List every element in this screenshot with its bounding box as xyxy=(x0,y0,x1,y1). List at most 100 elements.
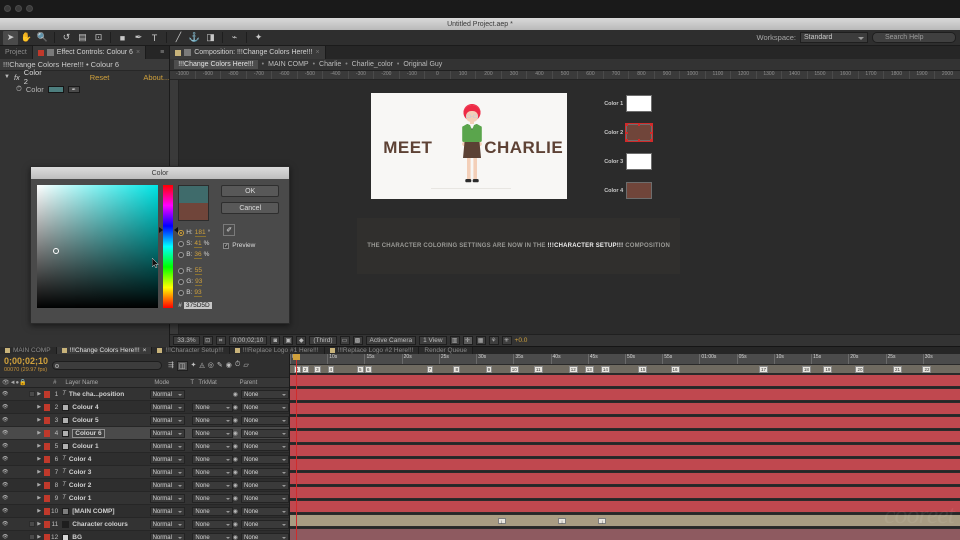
layer-name[interactable]: Colour 1 xyxy=(62,442,149,450)
parent-pickwhip-icon[interactable]: ◉ xyxy=(233,443,238,450)
layer-trkmat-select[interactable]: None xyxy=(192,467,233,477)
about-link[interactable]: About... xyxy=(143,73,169,82)
channel-rgb-icon[interactable]: ◆ xyxy=(296,336,307,345)
layer-name-text[interactable]: Colour 5 xyxy=(72,417,98,424)
tab-effect-controls[interactable]: Effect Controls: Colour 6 × xyxy=(32,46,147,59)
layer-switches[interactable]: 👁 xyxy=(0,534,37,540)
timeline-marker[interactable]: 22 xyxy=(922,366,932,373)
color-field-value[interactable]: 36 xyxy=(194,251,202,259)
parent-pickwhip-icon[interactable]: ◉ xyxy=(233,404,238,411)
timeline-tab[interactable]: !!!Replace Logo #1 Here!!! xyxy=(229,347,325,354)
timeline-marker-bar[interactable]: 1 2 3 4 5 6 7 8 9 10 11 12 13 14 15 16 17 18 19 20 21 22 xyxy=(290,365,960,374)
disclosure-triangle-icon[interactable]: ▶ xyxy=(37,495,44,501)
color-mode-radio[interactable] xyxy=(178,251,185,258)
lock-icon[interactable] xyxy=(29,469,35,475)
brainstorm-icon[interactable]: ✎ xyxy=(217,361,223,371)
color-field-row[interactable]: S: 41% xyxy=(178,238,216,249)
table-row[interactable]: 👁 ▶ 7 T Color 3 Normal None ◉ None xyxy=(0,466,289,479)
disclosure-triangle-icon[interactable]: ▶ xyxy=(37,430,44,436)
preview-checkbox[interactable]: ✓ Preview xyxy=(221,242,283,249)
layer-duration-bar[interactable] xyxy=(290,501,960,514)
camera-select[interactable]: Active Camera xyxy=(365,336,417,345)
saturation-brightness-field[interactable] xyxy=(37,185,158,308)
duration-segment[interactable] xyxy=(290,501,960,512)
layer-name-text[interactable]: Color 2 xyxy=(69,482,91,489)
layer-trkmat-select[interactable]: None xyxy=(192,493,233,503)
layer-parent-select[interactable]: None xyxy=(240,519,289,529)
eye-icon[interactable]: 👁 xyxy=(2,404,8,410)
layer-name[interactable]: Colour 5 xyxy=(62,416,149,424)
audio-icon[interactable] xyxy=(11,482,17,488)
layer-mode-select[interactable]: Normal xyxy=(149,454,185,464)
layer-trkmat-select[interactable]: None xyxy=(192,519,233,529)
region-interest-toggle-icon[interactable]: ▭ xyxy=(339,336,350,345)
layer-parent-select[interactable]: None xyxy=(240,467,289,477)
timeline-marker[interactable]: 20 xyxy=(855,366,865,373)
parent-pickwhip-icon[interactable]: ◉ xyxy=(233,391,238,398)
solo-icon[interactable] xyxy=(20,417,26,423)
keyframe-marker[interactable]: | xyxy=(598,518,607,524)
layer-duration-bar[interactable] xyxy=(290,529,960,540)
audio-icon[interactable] xyxy=(11,443,17,449)
eye-icon[interactable]: 👁 xyxy=(2,430,8,436)
type-tool-icon[interactable]: T xyxy=(147,31,162,45)
layer-name-text[interactable]: Color 4 xyxy=(69,456,91,463)
layer-duration-bar[interactable] xyxy=(290,403,960,416)
layer-switches[interactable]: 👁 xyxy=(0,495,37,501)
layer-mode-select[interactable]: Normal xyxy=(149,532,185,540)
solo-icon[interactable] xyxy=(20,495,26,501)
timeline-marker[interactable]: 8 xyxy=(453,366,460,373)
audio-icon[interactable] xyxy=(11,430,17,436)
duration-segment[interactable] xyxy=(290,473,960,484)
timeline-tab[interactable]: !!!Replace Logo #2 Here!!! xyxy=(324,347,420,354)
eye-icon[interactable]: 👁 xyxy=(2,456,8,462)
layer-duration-bar[interactable] xyxy=(290,389,960,402)
eyedropper-icon[interactable]: ✒ xyxy=(67,85,80,93)
frame-blending-icon[interactable]: ◬ xyxy=(199,361,204,371)
duration-segment[interactable]: | | | xyxy=(290,515,960,526)
timeline-tab[interactable]: Render Queue xyxy=(419,347,474,354)
ok-button[interactable]: OK xyxy=(221,185,280,197)
eye-icon[interactable]: 👁 xyxy=(2,391,8,397)
disclosure-triangle-icon[interactable]: ▶ xyxy=(37,443,44,449)
unified-camera-tool-icon[interactable]: ▤ xyxy=(75,31,90,45)
lock-aspect-icon[interactable]: ▥ xyxy=(449,336,460,345)
timeline-marker[interactable]: 13 xyxy=(584,366,594,373)
layer-switches[interactable]: 👁 xyxy=(0,443,37,449)
selection-handle[interactable] xyxy=(650,131,653,134)
reset-link[interactable]: Reset xyxy=(90,73,110,82)
duration-segment[interactable] xyxy=(290,431,960,442)
color-cursor[interactable] xyxy=(53,248,59,254)
audio-icon[interactable] xyxy=(11,417,17,423)
layer-trkmat-select[interactable]: None xyxy=(192,532,233,540)
hand-tool-icon[interactable]: ✋ xyxy=(19,31,34,45)
layer-name[interactable]: Colour 4 xyxy=(62,403,149,411)
layer-trkmat-select[interactable]: None xyxy=(192,441,233,451)
table-row[interactable]: 👁 ▶ 6 T Color 4 Normal None ◉ None xyxy=(0,453,289,466)
layer-switches[interactable]: 👁 xyxy=(0,391,37,397)
3d-renderer-icon[interactable]: ⚘ xyxy=(488,336,499,345)
parent-pickwhip-icon[interactable]: ◉ xyxy=(233,456,238,463)
table-row[interactable]: 👁 ▶ 11 Character colours Normal None ◉ None xyxy=(0,518,289,531)
layer-parent-select[interactable]: None xyxy=(240,389,289,399)
rotate-tool-icon[interactable]: ↺ xyxy=(59,31,74,45)
timeline-search-input[interactable] xyxy=(52,361,163,370)
audio-icon[interactable] xyxy=(11,404,17,410)
layer-parent-select[interactable]: None xyxy=(240,428,289,438)
layer-name[interactable]: T Color 4 xyxy=(62,456,149,463)
layer-name[interactable]: BG xyxy=(62,533,149,540)
tab-composition[interactable]: Composition: !!!Change Colors Here!!! × xyxy=(170,46,326,59)
clone-stamp-tool-icon[interactable]: ⚓ xyxy=(187,31,202,45)
layer-mode-select[interactable]: Normal xyxy=(149,493,185,503)
solo-icon[interactable] xyxy=(20,521,26,527)
disclosure-triangle-icon[interactable]: ▶ xyxy=(37,534,44,540)
show-snapshot-icon[interactable]: ▣ xyxy=(283,336,294,345)
layer-parent-select[interactable]: None xyxy=(240,493,289,503)
timeline-time-ruler[interactable]: 05s10s15s20s25s30s35s40s45s50s55s01:00s0… xyxy=(290,354,960,365)
breadcrumb-item-4[interactable]: Original Guy xyxy=(403,61,442,68)
layer-parent-select[interactable]: None xyxy=(240,454,289,464)
panel-menu-icon[interactable]: ≡ xyxy=(155,46,169,59)
layer-name-text[interactable]: Character colours xyxy=(72,521,128,528)
region-of-interest-icon[interactable]: ⌗ xyxy=(215,336,226,345)
curves-icon[interactable]: ▱ xyxy=(243,361,248,371)
